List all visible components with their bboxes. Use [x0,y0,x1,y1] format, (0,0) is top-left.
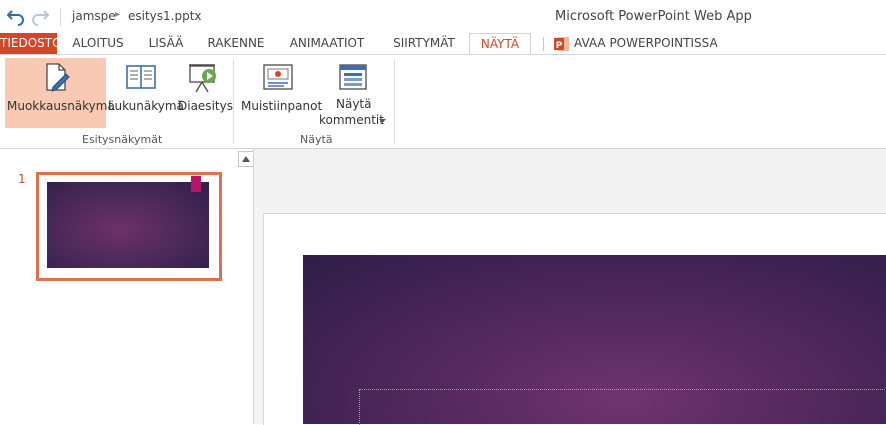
tab-animations[interactable]: ANIMAATIOT [282,33,372,54]
divider [60,8,61,26]
show-comments-button[interactable]: Näytä kommentit [318,58,388,128]
powerpoint-icon: P [554,37,569,51]
tab-file[interactable]: TIEDOSTO [0,33,62,54]
divider [233,59,234,143]
redo-icon[interactable] [30,6,50,26]
divider [543,37,544,51]
svg-text:P: P [556,41,563,51]
slide-decoration-marker [191,176,201,192]
tab-home[interactable]: ALOITUS [62,33,134,54]
open-in-powerpoint-button[interactable]: AVAA POWERPOINTISSA [574,33,718,54]
undo-icon[interactable] [6,6,26,26]
show-comments-label-line2: kommentit [319,113,384,127]
reading-view-button[interactable]: Lukunäkymä [107,58,184,128]
tab-transitions[interactable]: SIIRTYMÄT [384,33,464,54]
breadcrumb-user[interactable]: jamspe [72,9,116,23]
book-icon [126,65,156,89]
chevron-down-icon [379,119,386,123]
editing-view-label: Muokkausnäkymä [7,99,115,113]
triangle-up-icon [242,156,250,162]
divider [394,59,395,143]
group-label-show: Näytä [300,133,333,146]
notes-button[interactable]: Muistiinpanot [239,58,322,128]
tab-design[interactable]: RAKENNE [200,33,272,54]
tab-insert[interactable]: LISÄÄ [140,33,192,54]
reading-view-label: Lukunäkymä [108,99,184,113]
edit-document-icon [46,63,70,92]
show-comments-label-line1: Näytä [336,97,372,111]
ribbon-tabs: TIEDOSTO ALOITUS LISÄÄ RAKENNE ANIMAATIO… [0,33,886,56]
notes-label: Muistiinpanot [241,99,323,113]
title-bar: jamspe ▸ esitys1.pptx Microsoft PowerPoi… [0,0,886,33]
notes-icon [263,64,293,90]
slideshow-button[interactable]: Diaesitys [177,58,233,128]
breadcrumb-separator-icon: ▸ [115,9,121,20]
scroll-up-button[interactable] [238,151,254,167]
breadcrumb-file: esitys1.pptx [128,9,202,23]
text-placeholder[interactable] [359,389,886,425]
slideshow-label: Diaesitys [178,99,233,113]
editing-view-button[interactable]: Muokkausnäkymä [5,58,115,128]
slide-thumbnail-image[interactable] [47,182,209,268]
slide-number: 1 [18,172,26,186]
app-title: Microsoft PowerPoint Web App [555,9,752,24]
comments-icon [339,64,367,90]
slideshow-icon [189,64,216,93]
group-label-presentation-views: Esitysnäkymät [82,133,163,146]
tab-view[interactable]: NÄYTÄ [469,33,531,56]
ribbon: Muokkausnäkymä Lukunäkymä Diaesitys Esit… [0,55,886,148]
